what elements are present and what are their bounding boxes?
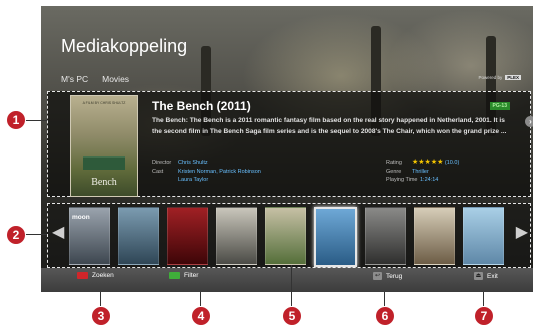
movie-thumbnail[interactable]: [314, 207, 357, 267]
callout-6: 6: [375, 306, 395, 326]
bench-image: [83, 156, 125, 170]
breadcrumb-item[interactable]: M's PC: [61, 74, 88, 84]
page-title: Mediakoppeling: [61, 36, 188, 56]
callout-4: 4: [191, 306, 211, 326]
callout-leader: [483, 292, 484, 306]
exit-button[interactable]: ⏏ Exit: [474, 272, 498, 280]
callout-leader: [25, 120, 47, 121]
callout-1: 1: [6, 110, 26, 130]
thumbnail-title: moon: [72, 214, 90, 221]
breadcrumb: M's PC Movies: [61, 74, 129, 84]
callout-7: 7: [474, 306, 494, 326]
back-key-icon: ↩: [373, 272, 382, 280]
callout-leader: [291, 265, 292, 307]
playing-time-value: 1:24:14: [420, 177, 439, 183]
cast-value: Kristen Norman, Patrick Robinson: [178, 168, 261, 175]
bottom-bar: Zoeken Filter ↩ Terug ⏏ Exit: [41, 268, 533, 292]
movie-thumbnail[interactable]: [118, 207, 159, 265]
movie-description: The Bench: The Bench is a 2011 romantic …: [152, 117, 507, 135]
star-rating: ★★★★★: [412, 159, 444, 166]
exit-key-icon: ⏏: [474, 272, 483, 280]
scroll-right-icon[interactable]: ▶: [516, 222, 528, 242]
movie-thumbnail[interactable]: moon: [69, 207, 110, 265]
cast-value-continued: Laura Taylor: [178, 177, 209, 183]
callout-leader: [100, 292, 101, 306]
callout-leader: [200, 292, 201, 306]
callout-3: 3: [91, 306, 111, 326]
filter-label: Filter: [184, 272, 199, 279]
rating-label: Rating: [386, 160, 402, 166]
exit-label: Exit: [487, 272, 498, 280]
playing-time-label: Playing Time: [386, 177, 418, 183]
powered-by: Powered by PLEX: [478, 75, 521, 80]
poster-tagline: A FILM BY CHRIS SHULTZ: [82, 101, 126, 105]
movie-thumbnail[interactable]: [463, 207, 504, 265]
plex-logo: PLEX: [505, 75, 521, 80]
movie-details: Rating ★★★★★ (10.0) Genre Thriller Playing…: [386, 159, 459, 185]
media-link-screen: Mediakoppeling M's PC Movies Powered by …: [41, 6, 533, 292]
rating-value: (10.0): [444, 160, 460, 166]
callout-leader: [25, 234, 47, 235]
search-button[interactable]: Zoeken: [77, 272, 114, 279]
director-value: Chris Shultz: [178, 160, 208, 166]
genre-value: Thriller: [412, 168, 429, 175]
back-button[interactable]: ↩ Terug: [373, 272, 402, 280]
callout-5: 5: [282, 306, 302, 326]
movie-title: The Bench (2011): [152, 99, 251, 113]
scroll-left-icon[interactable]: ◀: [52, 222, 64, 242]
breadcrumb-item[interactable]: Movies: [102, 74, 129, 84]
thumbnail-strip: ◀ moon ▶: [47, 203, 531, 268]
poster-title: Bench: [91, 177, 117, 188]
movie-thumbnail[interactable]: [216, 207, 257, 265]
back-label: Terug: [386, 272, 403, 280]
parental-rating-badge: PG-13: [489, 102, 510, 110]
movie-thumbnail[interactable]: [414, 207, 455, 265]
movie-thumbnail[interactable]: [265, 207, 306, 265]
filter-button[interactable]: Filter: [169, 272, 198, 279]
cast-label: Cast: [152, 168, 164, 175]
movie-poster: A FILM BY CHRIS SHULTZ Bench: [70, 95, 138, 197]
callout-2: 2: [6, 225, 26, 245]
powered-by-text: Powered by: [478, 75, 503, 80]
callout-leader: [384, 292, 385, 306]
genre-label: Genre: [386, 168, 402, 175]
red-key-icon: [77, 272, 88, 279]
search-label: Zoeken: [92, 272, 114, 279]
more-info-button[interactable]: ›: [525, 116, 533, 127]
movie-credits: Director Chris Shultz Cast Kristen Norman,…: [152, 159, 261, 185]
director-label: Director: [152, 160, 172, 166]
thumbnail-list: moon: [69, 207, 504, 267]
movie-thumbnail[interactable]: [365, 207, 406, 265]
movie-thumbnail[interactable]: [167, 207, 208, 265]
green-key-icon: [169, 272, 180, 279]
movie-info-panel: A FILM BY CHRIS SHULTZ Bench The Bench (…: [47, 91, 533, 197]
